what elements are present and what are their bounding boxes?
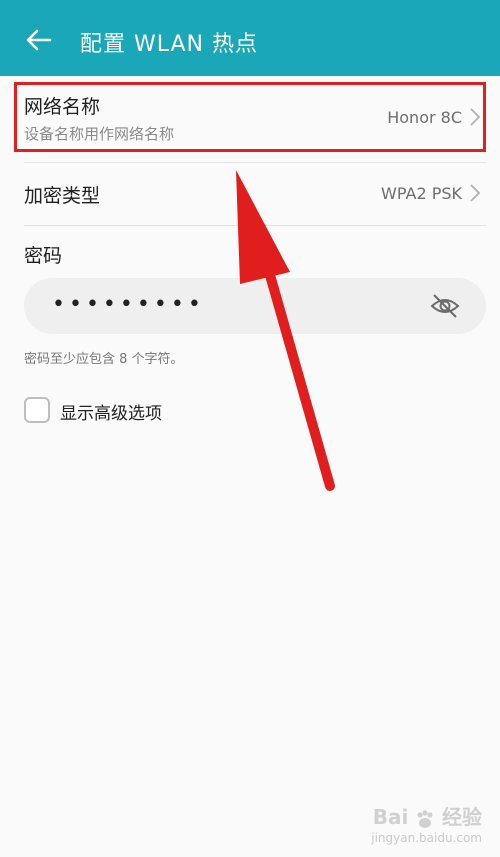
encryption-type-label: 加密类型 [24, 185, 101, 207]
password-label: 密码 [24, 245, 63, 267]
divider [24, 225, 486, 226]
back-arrow-icon[interactable] [24, 28, 52, 52]
advanced-options-checkbox[interactable] [24, 397, 50, 423]
password-value[interactable]: ••••••••• [52, 292, 205, 317]
page-title: 配置 WLAN 热点 [80, 32, 259, 57]
eye-off-icon[interactable] [430, 292, 460, 320]
baidu-paw-icon [417, 810, 433, 828]
watermark: Bai 经验 jingyan.baidu.com [371, 801, 482, 846]
app-header: 配置 WLAN 热点 [0, 0, 500, 76]
watermark-brand-right: 经验 [442, 804, 482, 829]
watermark-url: jingyan.baidu.com [371, 831, 482, 845]
chevron-right-icon [470, 184, 481, 202]
password-hint: 密码至少应包含 8 个字符。 [24, 352, 184, 367]
encryption-type-value: WPA2 PSK [381, 184, 462, 203]
back-button[interactable] [18, 20, 58, 60]
encryption-type-row[interactable]: 加密类型 WPA2 PSK [0, 163, 500, 225]
advanced-options-label: 显示高级选项 [60, 404, 162, 424]
password-field[interactable]: ••••••••• [24, 278, 486, 334]
watermark-brand-left: Bai [372, 804, 409, 829]
highlight-box [14, 82, 486, 152]
